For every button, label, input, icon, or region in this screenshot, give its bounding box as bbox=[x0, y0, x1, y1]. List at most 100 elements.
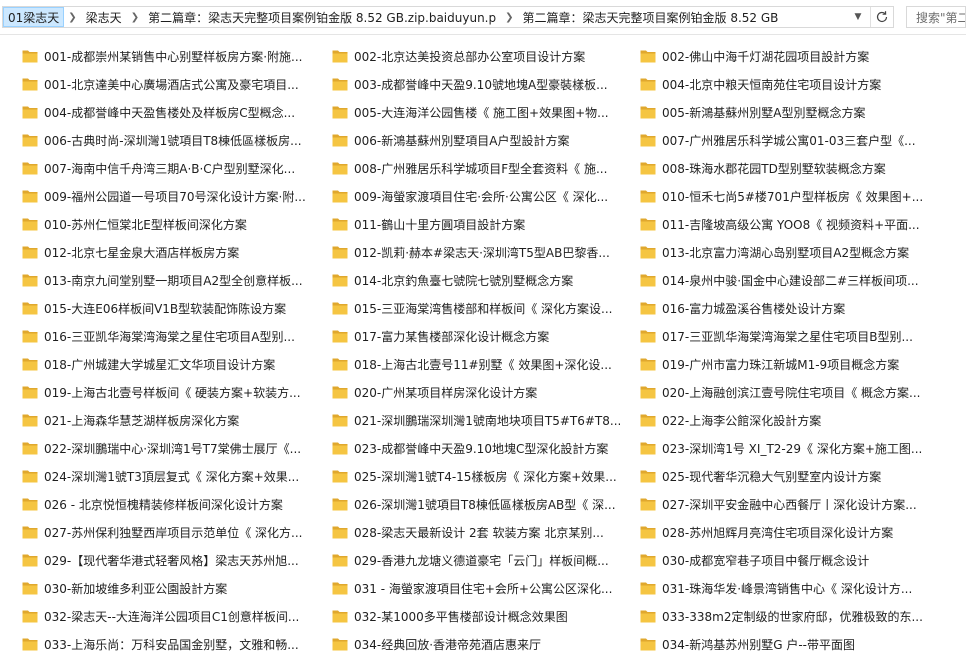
folder-item[interactable]: 011-吉隆坡高级公寓 YOO8《 视频资料+平面... bbox=[620, 210, 966, 238]
folder-item[interactable]: 002-北京达美投资总部办公室项目设计方案 bbox=[310, 42, 620, 70]
folder-item[interactable]: 017-三亚凯华海棠湾海棠之星住宅项目B型别... bbox=[620, 322, 966, 350]
folder-item[interactable]: 006-新鴻基蘇州別墅項目A户型設計方案 bbox=[310, 126, 620, 154]
folder-item[interactable]: 018-广州城建大学城星汇文华项目设计方案 bbox=[0, 350, 310, 378]
folder-icon bbox=[640, 274, 656, 287]
chevron-right-icon[interactable]: ❯ bbox=[127, 12, 143, 23]
folder-item[interactable]: 001-成都崇州某销售中心别墅样板房方案·附施... bbox=[0, 42, 310, 70]
breadcrumb[interactable]: 01梁志天 ❯ 梁志天 ❯ 第二篇章：梁志天完整项目案例铂金版 8.52 GB.… bbox=[2, 6, 894, 28]
folder-item[interactable]: 014-泉州中骏·国金中心建设部二#三样板间项... bbox=[620, 266, 966, 294]
folder-item[interactable]: 023-成都誉峰中天盈9.10地塊C型深化設計方案 bbox=[310, 434, 620, 462]
file-list: 001-成都崇州某销售中心别墅样板房方案·附施... 002-北京达美投资总部办公… bbox=[0, 42, 966, 658]
folder-item[interactable]: 010-恒禾七尚5#楼701户型样板房《 效果图+... bbox=[620, 182, 966, 210]
breadcrumb-item-current[interactable]: 第二篇章：梁志天完整项目案例铂金版 8.52 GB bbox=[518, 7, 784, 27]
folder-name: 025-深圳灣1號T4-15樣板房《 深化方案+效果... bbox=[354, 469, 617, 484]
folder-item[interactable]: 007-海南中信千舟湾三期A·B·C户型别墅深化... bbox=[0, 154, 310, 182]
folder-item[interactable]: 032-梁志天--大连海洋公园项目C1创意样板间... bbox=[0, 602, 310, 630]
folder-item[interactable]: 028-苏州旭辉月亮湾住宅项目深化设计方案 bbox=[620, 518, 966, 546]
folder-name: 016-三亚凯华海棠湾海棠之星住宅项目A型别... bbox=[44, 329, 295, 344]
folder-item[interactable]: 021-上海森华慧芝湖样板房深化方案 bbox=[0, 406, 310, 434]
folder-item[interactable]: 028-梁志天最新设计 2套 软装方案 北京某别... bbox=[310, 518, 620, 546]
folder-item[interactable]: 029-香港九龙塘义德道豪宅「云门」样板间概... bbox=[310, 546, 620, 574]
refresh-button[interactable] bbox=[870, 7, 893, 27]
folder-icon bbox=[22, 386, 38, 399]
search-input[interactable]: 搜索"第二 bbox=[906, 6, 966, 28]
folder-item[interactable]: 009-海螢家渡項目住宅·会所·公寓公区《 深化... bbox=[310, 182, 620, 210]
folder-icon bbox=[332, 274, 348, 287]
folder-item[interactable]: 014-北京釣魚臺七號院七號別墅概念方案 bbox=[310, 266, 620, 294]
folder-item[interactable]: 009-福州公园道一号项目70号深化设计方案·附... bbox=[0, 182, 310, 210]
folder-item[interactable]: 020-上海融创滨江壹号院住宅项目《 概念方案... bbox=[620, 378, 966, 406]
folder-item[interactable]: 008-广州雅居乐科学城项目F型全套资料《 施... bbox=[310, 154, 620, 182]
folder-icon bbox=[640, 470, 656, 483]
folder-item[interactable]: 027-苏州保利独墅西岸项目示范单位《 深化方... bbox=[0, 518, 310, 546]
folder-item[interactable]: 023-深圳湾1号 XI_T2-29《 深化方案+施工图... bbox=[620, 434, 966, 462]
folder-item[interactable]: 033-338m2定制级的世家府邸，优雅极致的东... bbox=[620, 602, 966, 630]
folder-name: 018-上海古北壹号11#别墅《 效果图+深化设... bbox=[354, 357, 612, 372]
folder-item[interactable]: 025-现代奢华沉稳大气别墅室内设计方案 bbox=[620, 462, 966, 490]
folder-item[interactable]: 021-深圳鵬瑞深圳灣1號南地块项目T5#T6#T8... bbox=[310, 406, 620, 434]
folder-item[interactable]: 013-北京富力湾湖心岛别墅项目A2型概念方案 bbox=[620, 238, 966, 266]
folder-item[interactable]: 015-大连E06样板间V1B型软装配饰陈设方案 bbox=[0, 294, 310, 322]
folder-item[interactable]: 005-大连海洋公园售楼《 施工图+效果图+物... bbox=[310, 98, 620, 126]
folder-item[interactable]: 012-北京七星金泉大酒店样板房方案 bbox=[0, 238, 310, 266]
chevron-right-icon[interactable]: ❯ bbox=[64, 12, 80, 23]
folder-item[interactable]: 005-新鴻基蘇州別墅A型別墅概念方案 bbox=[620, 98, 966, 126]
folder-item[interactable]: 002-佛山中海千灯湖花园项目設計方案 bbox=[620, 42, 966, 70]
folder-item[interactable]: 030-新加坡维多利亚公園設計方案 bbox=[0, 574, 310, 602]
folder-icon bbox=[640, 442, 656, 455]
folder-item[interactable]: 034-新鸿基苏州别墅G 户--带平面图 bbox=[620, 630, 966, 658]
folder-item[interactable]: 015-三亚海棠湾售楼部和样板间《 深化方案设... bbox=[310, 294, 620, 322]
folder-item[interactable]: 007-广州雅居乐科学城公寓01-03三套户型《... bbox=[620, 126, 966, 154]
folder-item[interactable]: 011-鶴山十里方圓項目設計方案 bbox=[310, 210, 620, 238]
folder-item[interactable]: 006-古典时尚-深圳灣1號項目T8棟低區樣板房... bbox=[0, 126, 310, 154]
folder-item[interactable]: 032-某1000多平售楼部设计概念效果图 bbox=[310, 602, 620, 630]
folder-name: 001-成都崇州某销售中心别墅样板房方案·附施... bbox=[44, 49, 303, 64]
folder-item[interactable]: 020-广州某项目样房深化设计方案 bbox=[310, 378, 620, 406]
folder-item[interactable]: 008-珠海水郡花园TD型别墅软装概念方案 bbox=[620, 154, 966, 182]
folder-item[interactable]: 016-富力城盈溪谷售楼处设计方案 bbox=[620, 294, 966, 322]
folder-item[interactable]: 022-上海李公館深化設計方案 bbox=[620, 406, 966, 434]
folder-name: 008-广州雅居乐科学城项目F型全套资料《 施... bbox=[354, 161, 608, 176]
folder-name: 001-北京達美中心廣場酒店式公寓及豪宅項目... bbox=[44, 77, 299, 92]
folder-item[interactable]: 019-广州市富力珠江新城M1-9项目概念方案 bbox=[620, 350, 966, 378]
chevron-right-icon[interactable]: ❯ bbox=[501, 12, 517, 23]
folder-name: 021-上海森华慧芝湖样板房深化方案 bbox=[44, 413, 240, 428]
folder-item[interactable]: 033-上海乐尚：万科安品国金别墅，文雅和畅... bbox=[0, 630, 310, 658]
folder-item[interactable]: 001-北京達美中心廣場酒店式公寓及豪宅項目... bbox=[0, 70, 310, 98]
folder-item[interactable]: 018-上海古北壹号11#别墅《 效果图+深化设... bbox=[310, 350, 620, 378]
folder-item[interactable]: 026-深圳灣1號項目T8棟低區樣板房AB型《 深... bbox=[310, 490, 620, 518]
folder-name: 026-深圳灣1號項目T8棟低區樣板房AB型《 深... bbox=[354, 497, 616, 512]
folder-item[interactable]: 034-经典回放·香港帝苑酒店惠来厅 bbox=[310, 630, 620, 658]
folder-item[interactable]: 025-深圳灣1號T4-15樣板房《 深化方案+效果... bbox=[310, 462, 620, 490]
folder-item[interactable]: 003-成都誉峰中天盈9.10號地塊A型豪裝樣板... bbox=[310, 70, 620, 98]
folder-item[interactable]: 030-成都宽窄巷子项目中餐厅概念设计 bbox=[620, 546, 966, 574]
chevron-down-icon[interactable]: ▼ bbox=[850, 7, 866, 27]
breadcrumb-item-folder[interactable]: 梁志天 bbox=[81, 7, 127, 27]
folder-item[interactable]: 017-富力某售楼部深化设计概念方案 bbox=[310, 322, 620, 350]
folder-icon bbox=[22, 302, 38, 315]
folder-item[interactable]: 026 - 北京悦恒槐精装修样板间深化设计方案 bbox=[0, 490, 310, 518]
folder-item[interactable]: 031-珠海华发·峰景湾销售中心《 深化设计方... bbox=[620, 574, 966, 602]
folder-item[interactable]: 027-深圳平安金融中心西餐厅丨深化设计方案... bbox=[620, 490, 966, 518]
folder-item[interactable]: 012-凯莉·赫本#梁志天·深圳湾T5型AB巴黎香... bbox=[310, 238, 620, 266]
folder-name: 014-北京釣魚臺七號院七號別墅概念方案 bbox=[354, 273, 574, 288]
folder-item[interactable]: 022-深圳鵬瑞中心·深圳湾1号T7棠佛士展厅《... bbox=[0, 434, 310, 462]
folder-icon bbox=[22, 274, 38, 287]
folder-name: 028-苏州旭辉月亮湾住宅项目深化设计方案 bbox=[662, 525, 894, 540]
folder-item[interactable]: 004-北京中粮天恒南苑住宅项目设计方案 bbox=[620, 70, 966, 98]
folder-name: 034-新鸿基苏州别墅G 户--带平面图 bbox=[662, 637, 856, 652]
folder-item[interactable]: 016-三亚凯华海棠湾海棠之星住宅项目A型别... bbox=[0, 322, 310, 350]
folder-name: 033-338m2定制级的世家府邸，优雅极致的东... bbox=[662, 609, 923, 624]
folder-item[interactable]: 031 - 海螢家渡項目住宅+会所+公寓公区深化... bbox=[310, 574, 620, 602]
breadcrumb-item-root[interactable]: 01梁志天 bbox=[3, 7, 65, 27]
folder-item[interactable]: 004-成都誉峰中天盈售楼处及样板房C型概念... bbox=[0, 98, 310, 126]
folder-item[interactable]: 019-上海古北壹号样板间《 硬装方案+软装方... bbox=[0, 378, 310, 406]
folder-item[interactable]: 029-【现代奢华港式轻奢风格】梁志天苏州旭... bbox=[0, 546, 310, 574]
folder-icon bbox=[332, 134, 348, 147]
folder-item[interactable]: 024-深圳灣1號T3頂层复式《 深化方案+效果... bbox=[0, 462, 310, 490]
folder-name: 019-上海古北壹号样板间《 硬装方案+软装方... bbox=[44, 385, 301, 400]
folder-item[interactable]: 013-南京九间堂别墅一期项目A2型全创意样板... bbox=[0, 266, 310, 294]
folder-name: 034-经典回放·香港帝苑酒店惠来厅 bbox=[354, 637, 542, 652]
folder-item[interactable]: 010-苏州仁恒棠北E型样板间深化方案 bbox=[0, 210, 310, 238]
breadcrumb-item-archive[interactable]: 第二篇章：梁志天完整项目案例铂金版 8.52 GB.zip.baiduyun.p bbox=[143, 7, 501, 27]
